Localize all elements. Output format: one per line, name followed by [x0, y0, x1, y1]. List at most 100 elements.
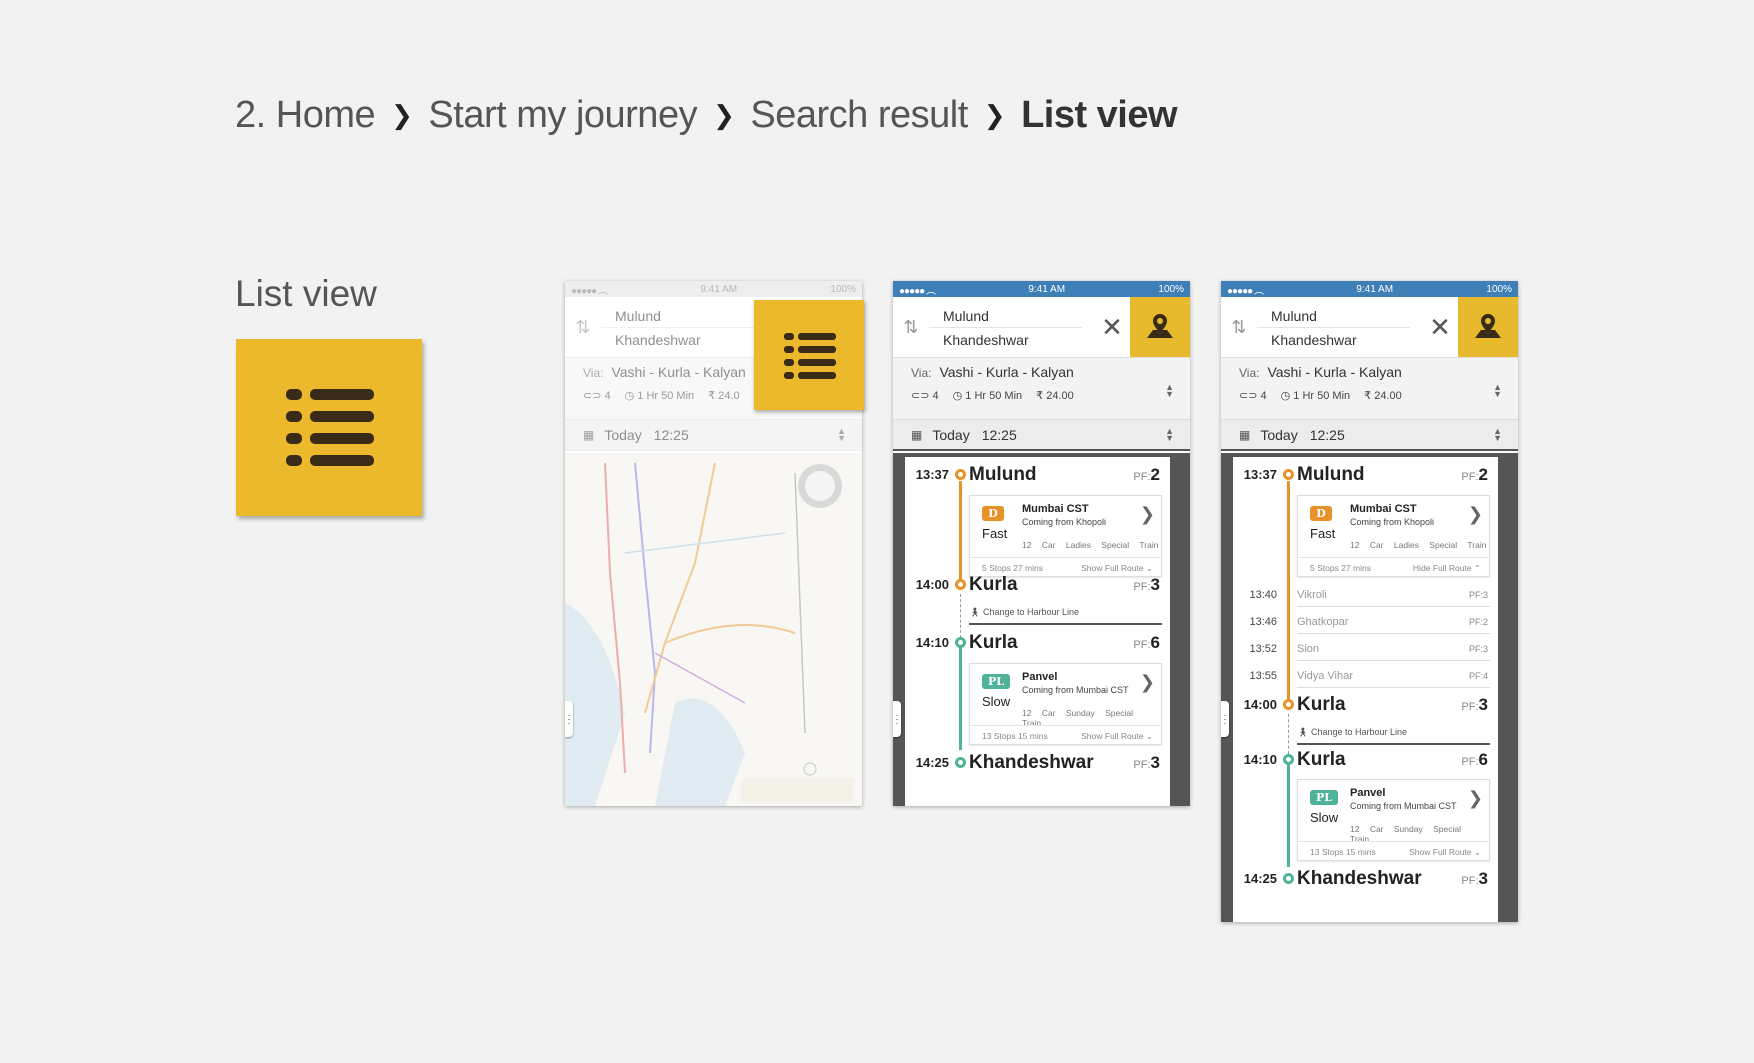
drawer-handle[interactable]: · · · — [565, 701, 573, 737]
date-picker[interactable]: ▦ Today 12:25 ▲ ▼ — [893, 420, 1190, 451]
drawer-handle[interactable]: · · · — [893, 701, 901, 737]
close-icon[interactable]: ✕ — [1422, 297, 1458, 357]
date-day: Today — [932, 426, 970, 443]
list-view-button[interactable] — [754, 300, 864, 410]
rail-map-graphic — [565, 453, 862, 806]
intermediate-stop: 13:55 Vidya Vihar PF:4 — [1249, 670, 1488, 682]
chevron-right-icon[interactable]: ❯ — [1468, 504, 1483, 525]
fare: ₹ 24.0 — [708, 390, 740, 402]
close-icon[interactable]: ✕ — [1094, 297, 1130, 357]
section-title: List view — [235, 273, 377, 314]
station-row: 14:00 Kurla PF:3 — [915, 573, 1160, 595]
hide-full-route-toggle[interactable]: Hide Full Route ⌃ — [1413, 558, 1481, 577]
date-picker[interactable]: ▦ Today 12:25 ▲ ▼ — [565, 420, 862, 451]
battery-level: 100% — [1158, 283, 1184, 295]
to-field[interactable]: Khandeshwar — [929, 328, 1094, 352]
to-field[interactable]: Khandeshwar — [1257, 328, 1422, 352]
journey-list[interactable]: 13:37 Mulund PF:2 D Fast Mumbai CST Comi… — [1233, 457, 1498, 922]
station-row: 14:25 Khandeshwar PF:3 — [1243, 867, 1488, 889]
journey-list[interactable]: 13:37 Mulund PF:2 D Fast Mumbai CST Comi… — [905, 457, 1170, 806]
calendar-icon: ▦ — [911, 427, 923, 442]
from-field[interactable]: Mulund — [1257, 304, 1410, 328]
status-bar: ●●●●● ︵ 9:41 AM 100% — [565, 281, 862, 297]
train-card[interactable]: D Fast Mumbai CST Coming from Khopoli 12… — [969, 495, 1162, 577]
map-legend — [741, 778, 854, 802]
phone-list-view: ●●●●● ︵ 9:41 AM 100% ⇅ Mulund Khandeshwa… — [893, 281, 1190, 806]
list-icon — [286, 389, 374, 466]
station-row: 14:10 Kurla PF:6 — [915, 631, 1160, 653]
journey-list-backdrop: 13:37 Mulund PF:2 D Fast Mumbai CST Comi… — [1221, 453, 1518, 922]
map-view-button[interactable] — [1130, 297, 1190, 357]
train-card[interactable]: PL Slow Panvel Coming from Mumbai CST 12… — [1297, 779, 1490, 861]
chevron-right-icon[interactable]: ❯ — [1468, 788, 1483, 809]
date-time: 12:25 — [1309, 426, 1345, 443]
clock-icon: ◷ — [1280, 390, 1291, 402]
status-time: 9:41 AM — [1028, 283, 1066, 295]
swap-icon[interactable]: ⇅ — [565, 297, 601, 357]
sort-icon[interactable]: ▲ ▼ — [1165, 383, 1174, 399]
breadcrumb-item: Search result — [750, 94, 968, 136]
map-view-button[interactable] — [1458, 297, 1518, 357]
list-icon — [784, 333, 836, 379]
fare: ₹ 24.00 — [1364, 390, 1402, 402]
sort-icon[interactable]: ▲ ▼ — [837, 427, 846, 443]
intermediate-stop: 13:40 Vikroli PF:3 — [1249, 589, 1488, 601]
change-note: 🚶︎ Change to Harbour Line — [1297, 727, 1490, 745]
via-route: Vashi - Kurla - Kalyan — [611, 364, 746, 380]
date-day: Today — [1260, 426, 1298, 443]
sort-icon[interactable]: ▲ ▼ — [1165, 426, 1174, 442]
clock-icon: ◷ — [952, 390, 963, 402]
train-badge: D — [982, 506, 1004, 521]
battery-level: 100% — [830, 283, 856, 295]
sort-icon[interactable]: ▲ ▼ — [1493, 426, 1502, 442]
swap-icon[interactable]: ⇅ — [893, 297, 929, 357]
status-bar: ●●●●● ︵ 9:41 AM 100% — [1221, 281, 1518, 297]
show-full-route-toggle[interactable]: Show Full Route ⌄ — [1409, 842, 1481, 861]
change-note: 🚶︎ Change to Harbour Line — [969, 607, 1162, 625]
link-icon: ⊂⊃ — [1239, 390, 1258, 402]
chevron-right-icon[interactable]: ❯ — [1140, 672, 1155, 693]
via-label: Via: — [1239, 366, 1260, 380]
status-time: 9:41 AM — [1356, 283, 1394, 295]
intermediate-stop: 13:46 Ghatkopar PF:2 — [1249, 616, 1488, 628]
duration: ◷ 1 Hr 50 Min — [624, 390, 695, 402]
breadcrumb-step: 2. Home — [235, 94, 376, 136]
walk-icon: 🚶︎ — [1297, 727, 1309, 737]
chevron-right-icon: ❯ — [713, 100, 735, 130]
date-time: 12:25 — [653, 427, 689, 443]
chevron-right-icon[interactable]: ❯ — [1140, 504, 1155, 525]
search-bar: ⇅ Mulund Khandeshwar ✕ — [1221, 297, 1518, 358]
swap-icon[interactable]: ⇅ — [1221, 297, 1257, 357]
changes-count: ⊂⊃ 4 — [583, 390, 611, 402]
train-card[interactable]: PL Slow Panvel Coming from Mumbai CST 12… — [969, 663, 1162, 745]
changes-count: ⊂⊃ 4 — [911, 390, 939, 402]
train-card[interactable]: D Fast Mumbai CST Coming from Khopoli 12… — [1297, 495, 1490, 577]
show-full-route-toggle[interactable]: Show Full Route ⌄ — [1081, 726, 1153, 745]
link-icon: ⊂⊃ — [583, 390, 602, 402]
map-pin-icon — [1147, 314, 1173, 338]
list-view-icon-tile — [236, 339, 422, 516]
calendar-icon: ▦ — [583, 428, 595, 442]
signal-icon: ●●●●● ︵ — [1227, 285, 1264, 297]
signal-icon: ●●●●● ︵ — [899, 285, 936, 297]
via-panel: Via: Vashi - Kurla - Kalyan ⊂⊃ 4 ◷ 1 Hr 5… — [1221, 358, 1518, 420]
from-field[interactable]: Mulund — [929, 304, 1082, 328]
fare: ₹ 24.00 — [1036, 390, 1074, 402]
signal-icon: ●●●●● ︵ — [571, 285, 608, 297]
chevron-right-icon: ❯ — [391, 100, 413, 130]
station-row: 14:25 Khandeshwar PF:3 — [915, 751, 1160, 773]
sort-icon[interactable]: ▲ ▼ — [1493, 383, 1502, 399]
calendar-icon: ▦ — [1239, 427, 1251, 442]
rail-map[interactable] — [565, 453, 862, 806]
breadcrumb-item: Start my journey — [428, 94, 698, 136]
via-route: Vashi - Kurla - Kalyan — [939, 364, 1074, 380]
journey-list-backdrop: 13:37 Mulund PF:2 D Fast Mumbai CST Comi… — [893, 453, 1190, 806]
date-picker[interactable]: ▦ Today 12:25 ▲ ▼ — [1221, 420, 1518, 451]
drawer-handle[interactable]: · · · — [1221, 701, 1229, 737]
station-row: 13:37 Mulund PF:2 — [915, 463, 1160, 485]
link-icon: ⊂⊃ — [911, 390, 930, 402]
via-label: Via: — [911, 366, 932, 380]
battery-level: 100% — [1486, 283, 1512, 295]
walk-icon: 🚶︎ — [969, 607, 981, 617]
train-badge: PL — [982, 674, 1010, 689]
